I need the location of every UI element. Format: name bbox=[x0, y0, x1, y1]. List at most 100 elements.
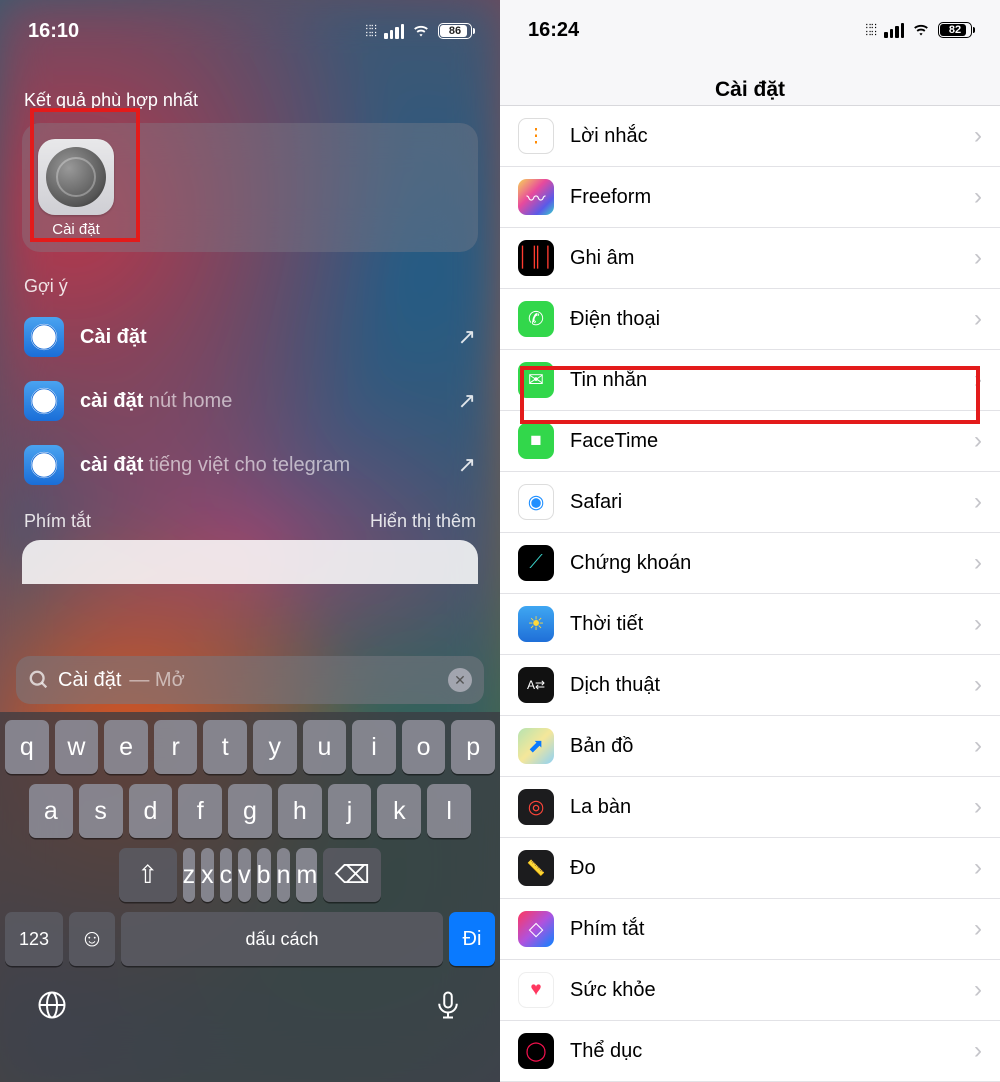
chevron-right-icon: › bbox=[974, 915, 982, 943]
backspace-key[interactable]: ⌫ bbox=[323, 848, 381, 902]
settings-row[interactable]: ♥Sức khỏe› bbox=[500, 960, 1000, 1021]
key-v[interactable]: v bbox=[238, 848, 251, 902]
globe-icon[interactable] bbox=[37, 990, 67, 1020]
key-f[interactable]: f bbox=[178, 784, 222, 838]
battery-indicator: 86 bbox=[438, 23, 472, 39]
settings-row[interactable]: ⋮Lời nhắc› bbox=[500, 106, 1000, 167]
app-icon: A⇄ bbox=[518, 667, 554, 703]
suggestion-item[interactable]: cài đặt tiếng việt cho telegram ↗ bbox=[12, 433, 488, 497]
app-icon: │║│ bbox=[518, 240, 554, 276]
chevron-right-icon: › bbox=[974, 549, 982, 577]
app-icon: ◯ bbox=[518, 1033, 554, 1069]
key-s[interactable]: s bbox=[79, 784, 123, 838]
key-u[interactable]: u bbox=[303, 720, 347, 774]
space-key[interactable]: dấu cách bbox=[121, 912, 443, 966]
battery-indicator: 82 bbox=[938, 22, 972, 38]
app-icon: ⬈ bbox=[518, 728, 554, 764]
app-icon: ♥ bbox=[518, 972, 554, 1008]
settings-row[interactable]: ◎La bàn› bbox=[500, 777, 1000, 838]
settings-row[interactable]: A⇄ Dịch thuật › bbox=[500, 655, 1000, 716]
settings-row[interactable]: │║│Ghi âm› bbox=[500, 228, 1000, 289]
key-z[interactable]: z bbox=[183, 848, 196, 902]
key-t[interactable]: t bbox=[203, 720, 247, 774]
key-p[interactable]: p bbox=[451, 720, 495, 774]
key-x[interactable]: x bbox=[201, 848, 214, 902]
key-b[interactable]: b bbox=[257, 848, 271, 902]
settings-row[interactable]: ◯ Thể dục › bbox=[500, 1021, 1000, 1082]
settings-row[interactable]: 📏Đo› bbox=[500, 838, 1000, 899]
cellular-icon: ∷∷∷∷ bbox=[366, 24, 377, 38]
chevron-right-icon: › bbox=[974, 1037, 982, 1065]
clear-button[interactable]: ✕ bbox=[448, 668, 472, 692]
settings-row[interactable]: ✆Điện thoại› bbox=[500, 289, 1000, 350]
signal-icon bbox=[884, 23, 904, 38]
settings-screen: 16:24 ∷∷∷∷ 82 Cài đặt ⋮Lời nhắc›〰Freefor… bbox=[500, 0, 1000, 1082]
settings-row[interactable]: ⟋Chứng khoán› bbox=[500, 533, 1000, 594]
settings-row[interactable]: ◇Phím tắt› bbox=[500, 899, 1000, 960]
status-bar: 16:10 ∷∷∷∷ 86 bbox=[0, 0, 500, 48]
settings-row[interactable]: ⬈Bản đồ› bbox=[500, 716, 1000, 777]
app-icon: ◉ bbox=[518, 484, 554, 520]
numbers-key[interactable]: 123 bbox=[5, 912, 63, 966]
app-icon: ◇ bbox=[518, 911, 554, 947]
key-a[interactable]: a bbox=[29, 784, 73, 838]
settings-row[interactable]: ◉ Safari › bbox=[500, 472, 1000, 533]
row-label: Dịch thuật bbox=[570, 674, 958, 697]
key-o[interactable]: o bbox=[402, 720, 446, 774]
key-w[interactable]: w bbox=[55, 720, 99, 774]
key-k[interactable]: k bbox=[377, 784, 421, 838]
wifi-icon bbox=[411, 24, 431, 39]
suggestion-item[interactable]: cài đặt nút home ↗ bbox=[12, 369, 488, 433]
chevron-right-icon: › bbox=[974, 488, 982, 516]
wifi-icon bbox=[911, 23, 931, 38]
row-label: La bàn bbox=[570, 796, 958, 819]
emoji-key[interactable]: ☺ bbox=[69, 912, 115, 966]
app-icon: ☀ bbox=[518, 606, 554, 642]
shortcut-card[interactable] bbox=[22, 540, 478, 584]
signal-icon bbox=[384, 24, 404, 39]
key-g[interactable]: g bbox=[228, 784, 272, 838]
settings-row[interactable]: ☀Thời tiết› bbox=[500, 594, 1000, 655]
row-label: Thể dục bbox=[570, 1040, 958, 1063]
page-title: Cài đặt bbox=[500, 48, 1000, 102]
settings-row[interactable]: 〰Freeform› bbox=[500, 167, 1000, 228]
key-n[interactable]: n bbox=[277, 848, 291, 902]
search-hint: — Mở bbox=[129, 669, 184, 692]
chevron-right-icon: › bbox=[974, 122, 982, 150]
header: 16:24 ∷∷∷∷ 82 Cài đặt bbox=[500, 0, 1000, 106]
suggestion-item[interactable]: Cài đặt ↗ bbox=[12, 305, 488, 369]
key-y[interactable]: y bbox=[253, 720, 297, 774]
row-label: Lời nhắc bbox=[570, 125, 958, 148]
search-value: Cài đặt bbox=[58, 669, 121, 692]
key-i[interactable]: i bbox=[352, 720, 396, 774]
row-label: Điện thoại bbox=[570, 308, 958, 331]
search-input[interactable]: Cài đặt — Mở ✕ bbox=[16, 656, 484, 704]
cellular-icon: ∷∷∷∷ bbox=[866, 23, 877, 37]
shortcuts-header: Phím tắt Hiển thị thêm bbox=[0, 497, 500, 540]
suggestions-heading: Gợi ý bbox=[0, 252, 500, 305]
key-d[interactable]: d bbox=[129, 784, 173, 838]
annotation-highlight bbox=[520, 366, 980, 424]
key-r[interactable]: r bbox=[154, 720, 198, 774]
suggestion-text: Cài đặt bbox=[80, 326, 442, 349]
go-key[interactable]: Đi bbox=[449, 912, 495, 966]
key-l[interactable]: l bbox=[427, 784, 471, 838]
key-e[interactable]: e bbox=[104, 720, 148, 774]
clock: 16:10 bbox=[28, 20, 79, 43]
key-j[interactable]: j bbox=[328, 784, 372, 838]
shift-key[interactable]: ⇧ bbox=[119, 848, 177, 902]
chevron-right-icon: › bbox=[974, 671, 982, 699]
key-m[interactable]: m bbox=[296, 848, 317, 902]
key-q[interactable]: q bbox=[5, 720, 49, 774]
chevron-right-icon: › bbox=[974, 427, 982, 455]
arrow-up-right-icon: ↗ bbox=[458, 388, 476, 414]
annotation-highlight bbox=[30, 108, 140, 242]
mic-icon[interactable] bbox=[433, 990, 463, 1020]
key-c[interactable]: c bbox=[220, 848, 233, 902]
row-label: Safari bbox=[570, 491, 958, 514]
arrow-up-right-icon: ↗ bbox=[458, 324, 476, 350]
key-h[interactable]: h bbox=[278, 784, 322, 838]
show-more-button[interactable]: Hiển thị thêm bbox=[370, 511, 476, 532]
row-label: FaceTime bbox=[570, 430, 958, 453]
arrow-up-right-icon: ↗ bbox=[458, 452, 476, 478]
